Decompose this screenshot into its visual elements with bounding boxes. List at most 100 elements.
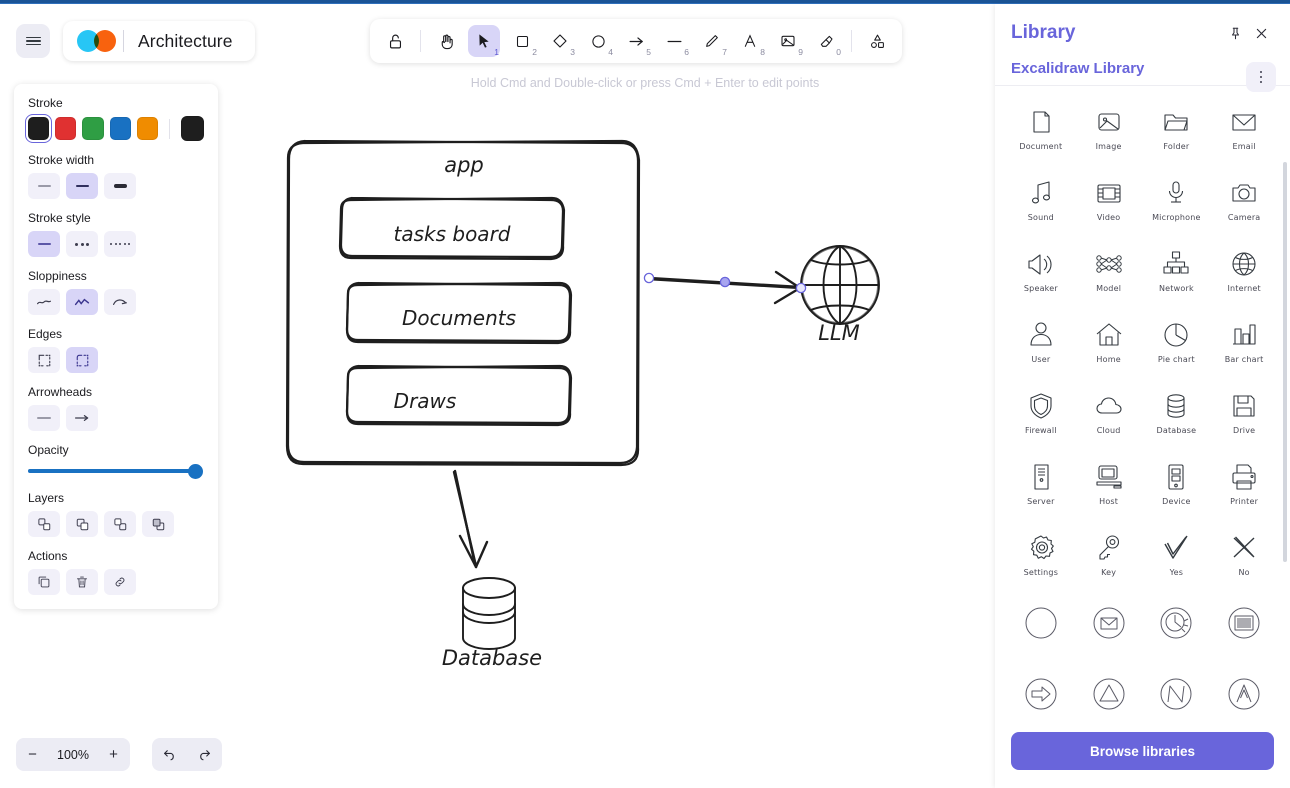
stroke-width-thin[interactable]	[28, 173, 60, 199]
library-item-label: Network	[1158, 283, 1194, 293]
speaker-icon	[1026, 245, 1056, 283]
send-to-back-button[interactable]	[28, 511, 60, 537]
library-item-pie-chart[interactable]: Pie chart	[1145, 307, 1209, 370]
line-icon[interactable]: 6	[658, 25, 690, 57]
opacity-slider[interactable]	[28, 463, 203, 479]
draw-icon[interactable]: 7	[696, 25, 728, 57]
zoom-level[interactable]: 100%	[49, 748, 97, 762]
library-item-key[interactable]: Key	[1077, 520, 1141, 583]
library-item-circle-clock[interactable]	[1145, 591, 1209, 654]
delete-button[interactable]	[66, 569, 98, 595]
library-item-yes[interactable]: Yes	[1145, 520, 1209, 583]
circle-blank-icon	[1023, 604, 1059, 642]
library-item-image[interactable]: Image	[1077, 94, 1141, 157]
library-item-drive[interactable]: Drive	[1212, 378, 1276, 441]
selection-icon[interactable]: 1	[468, 25, 500, 57]
stroke-color-green[interactable]	[82, 117, 104, 140]
redo-button[interactable]	[187, 738, 222, 771]
library-item-microphone[interactable]: Microphone	[1145, 165, 1209, 228]
pin-icon[interactable]	[1222, 20, 1248, 46]
copy-link-button[interactable]	[104, 569, 136, 595]
browse-libraries-button[interactable]: Browse libraries	[1011, 732, 1274, 770]
shapes-icon[interactable]	[861, 25, 893, 57]
stroke-color-blue[interactable]	[109, 117, 131, 140]
library-item-circle-zigzag[interactable]	[1145, 662, 1209, 720]
library-item-printer[interactable]: Printer	[1212, 449, 1276, 512]
library-item-circle-email[interactable]	[1077, 591, 1141, 654]
ellipse-icon[interactable]: 4	[582, 25, 614, 57]
library-item-model[interactable]: Model	[1077, 236, 1141, 299]
document-title[interactable]: Architecture	[138, 31, 233, 52]
library-item-internet[interactable]: Internet	[1212, 236, 1276, 299]
opacity-knob[interactable]	[188, 464, 203, 479]
close-icon[interactable]	[1248, 20, 1274, 46]
library-item-settings[interactable]: Settings	[1009, 520, 1073, 583]
sloppiness-artist[interactable]	[66, 289, 98, 315]
zoom-in-button[interactable]: +	[97, 738, 130, 771]
stroke-width-bold[interactable]	[66, 173, 98, 199]
internet-icon	[1229, 245, 1259, 283]
library-item-bar-chart[interactable]: Bar chart	[1212, 307, 1276, 370]
opacity-fill	[28, 469, 196, 473]
image-icon[interactable]: 9	[772, 25, 804, 57]
stroke-color-red[interactable]	[55, 117, 77, 140]
arrowhead-none[interactable]	[28, 405, 60, 431]
arrow-icon[interactable]: 5	[620, 25, 652, 57]
library-grid: Document Image Folder Email Sound Video …	[1009, 94, 1276, 720]
library-item-host[interactable]: Host	[1077, 449, 1141, 512]
duplicate-button[interactable]	[28, 569, 60, 595]
library-item-user[interactable]: User	[1009, 307, 1073, 370]
library-item-circle-arrow[interactable]	[1009, 662, 1073, 720]
eraser-icon[interactable]: 0	[810, 25, 842, 57]
library-item-label: Document	[1019, 141, 1063, 151]
library-item-circle-blank[interactable]	[1009, 591, 1073, 654]
zoom-out-button[interactable]: −	[16, 738, 49, 771]
library-item-circle-triangle[interactable]	[1077, 662, 1141, 720]
stroke-style-dashed[interactable]	[66, 231, 98, 257]
library-item-sound[interactable]: Sound	[1009, 165, 1073, 228]
library-item-speaker[interactable]: Speaker	[1009, 236, 1073, 299]
bring-to-front-button[interactable]	[142, 511, 174, 537]
stroke-style-solid[interactable]	[28, 231, 60, 257]
library-item-firewall[interactable]: Firewall	[1009, 378, 1073, 441]
sloppiness-cartoonist[interactable]	[104, 289, 136, 315]
edges-sharp[interactable]	[28, 347, 60, 373]
stroke-style-dotted[interactable]	[104, 231, 136, 257]
undo-button[interactable]	[152, 738, 187, 771]
ellipse-shortcut: 4	[608, 46, 613, 57]
library-item-circle-list[interactable]	[1212, 591, 1276, 654]
library-item-document[interactable]: Document	[1009, 94, 1073, 157]
stroke-color-current[interactable]	[180, 116, 204, 141]
menu-button[interactable]	[16, 24, 50, 58]
library-item-circle-caret[interactable]	[1212, 662, 1276, 720]
bring-forward-button[interactable]	[104, 511, 136, 537]
rectangle-icon[interactable]: 2	[506, 25, 538, 57]
sloppiness-architect[interactable]	[28, 289, 60, 315]
library-item-home[interactable]: Home	[1077, 307, 1141, 370]
library-item-label: Host	[1099, 496, 1119, 506]
arrowhead-arrow[interactable]	[66, 405, 98, 431]
library-item-device[interactable]: Device	[1145, 449, 1209, 512]
library-item-database[interactable]: Database	[1145, 378, 1209, 441]
send-backward-button[interactable]	[66, 511, 98, 537]
library-item-network[interactable]: Network	[1145, 236, 1209, 299]
library-items-scroll[interactable]: Document Image Folder Email Sound Video …	[995, 86, 1290, 720]
stroke-color-orange[interactable]	[136, 117, 159, 140]
library-item-video[interactable]: Video	[1077, 165, 1141, 228]
library-item-email[interactable]: Email	[1212, 94, 1276, 157]
library-section-header: Excalidraw Library	[995, 56, 1290, 92]
hand-icon[interactable]	[430, 25, 462, 57]
library-scrollbar[interactable]	[1283, 162, 1287, 562]
diamond-icon[interactable]: 3	[544, 25, 576, 57]
drive-icon	[1229, 387, 1259, 425]
library-item-server[interactable]: Server	[1009, 449, 1073, 512]
lock-icon[interactable]	[379, 25, 411, 57]
stroke-width-extra-bold[interactable]	[104, 173, 136, 199]
library-item-folder[interactable]: Folder	[1145, 94, 1209, 157]
library-item-no[interactable]: No	[1212, 520, 1276, 583]
library-item-camera[interactable]: Camera	[1212, 165, 1276, 228]
edges-round[interactable]	[66, 347, 98, 373]
stroke-color-black[interactable]	[24, 114, 53, 143]
library-item-cloud[interactable]: Cloud	[1077, 378, 1141, 441]
text-icon[interactable]: 8	[734, 25, 766, 57]
